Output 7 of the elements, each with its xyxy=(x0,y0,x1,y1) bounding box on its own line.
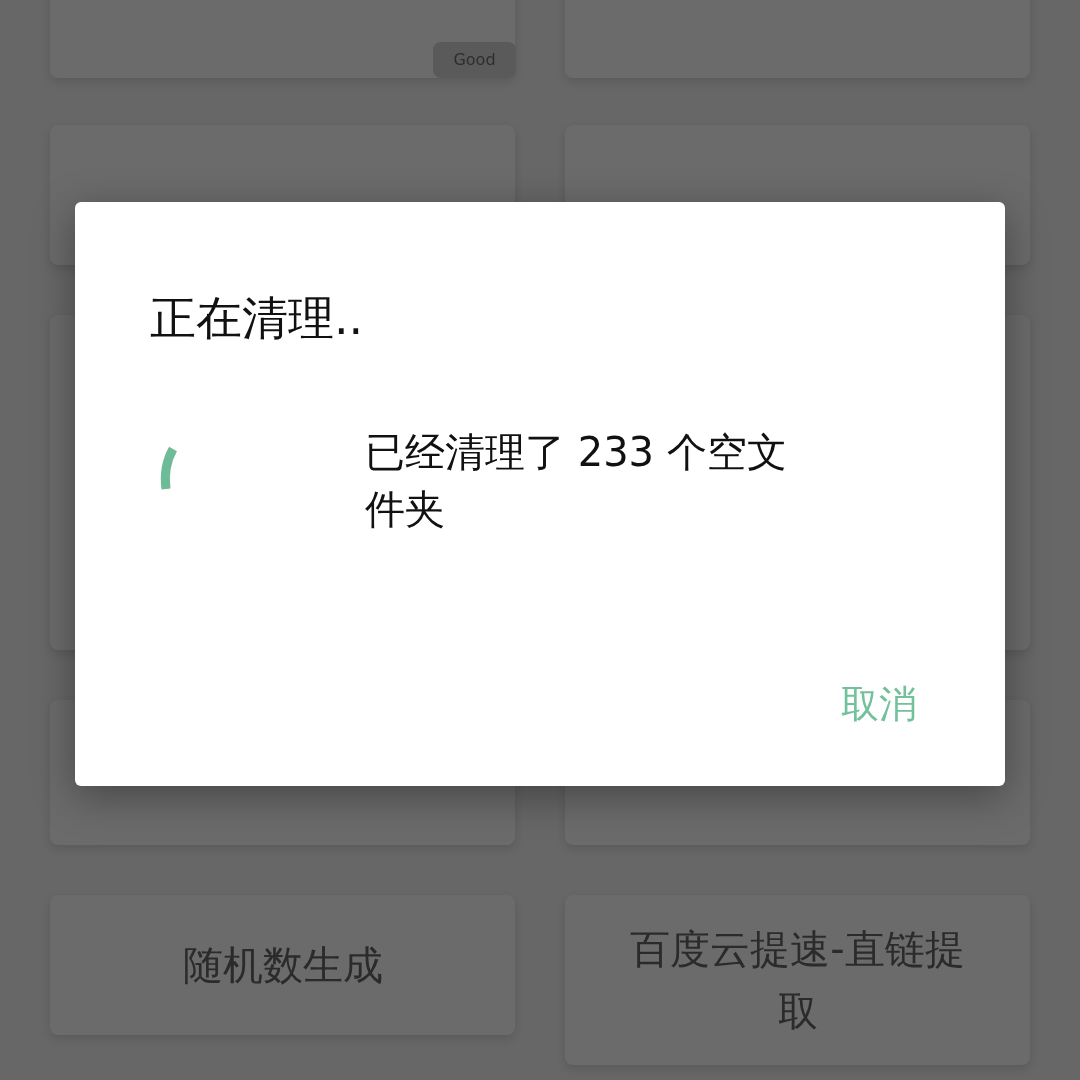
dialog-message: 已经清理了 233 个空文件夹 xyxy=(365,428,788,534)
tool-card[interactable]: 百度云提速-直链提取 xyxy=(565,895,1030,1065)
tool-card[interactable]: 随机数生成 xyxy=(50,895,515,1035)
cancel-button[interactable]: 取消 xyxy=(841,680,917,728)
card-label: 百度云提速-直链提取 xyxy=(629,925,966,1036)
dialog-title: 正在清理.. xyxy=(150,290,364,346)
card-label: 随机数生成 xyxy=(182,941,383,990)
